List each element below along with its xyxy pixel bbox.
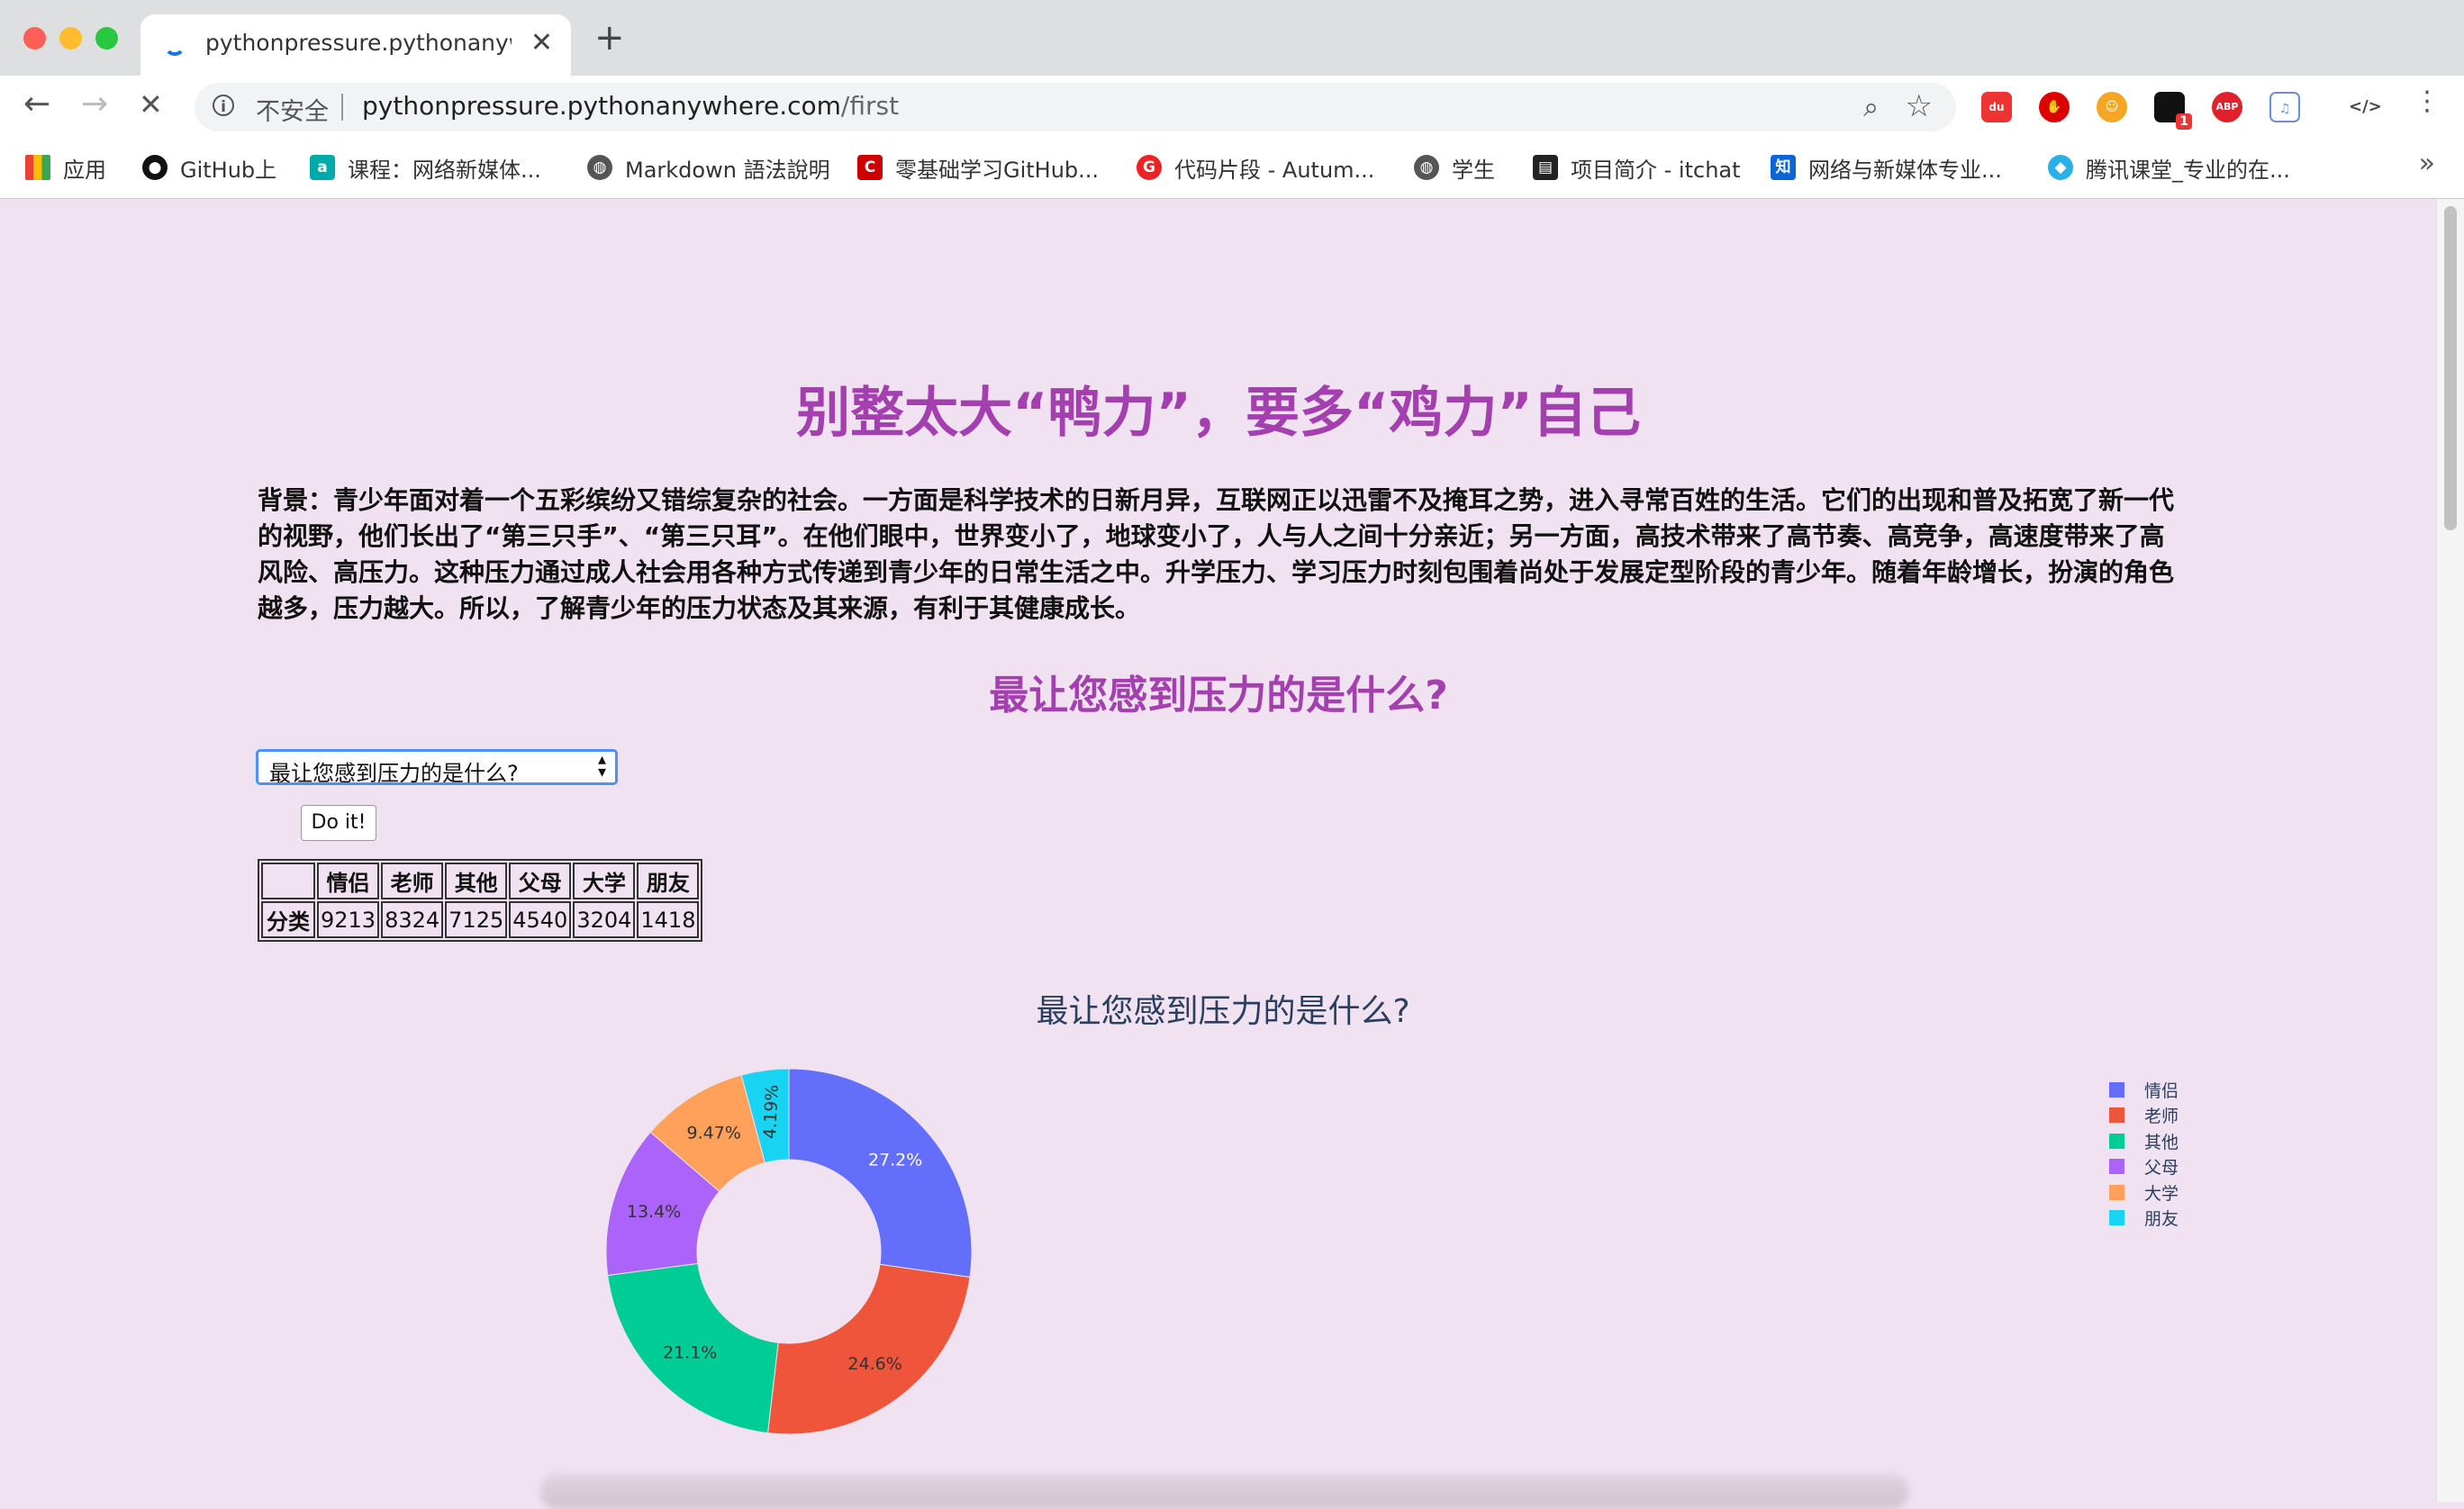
legend-item[interactable]: 老师 xyxy=(2109,1103,2179,1128)
legend-item[interactable]: 大学 xyxy=(2109,1179,2179,1205)
page-scrollbar[interactable] xyxy=(2436,199,2464,1502)
legend-swatch xyxy=(2109,1210,2124,1225)
pie-slice-label: 21.1% xyxy=(663,1342,717,1362)
legend-label: 情侣 xyxy=(2144,1080,2179,1101)
pie-slice-label: 13.4% xyxy=(627,1202,681,1222)
legend-label: 大学 xyxy=(2144,1183,2179,1204)
bottom-panel-shadow xyxy=(540,1473,1909,1509)
donut-chart: 27.2% 24.6% 21.1% 13.4% 9.47% 4.19% xyxy=(605,1068,973,1435)
legend-item[interactable]: 朋友 xyxy=(2109,1206,2179,1231)
pie-slice-label: 9.47% xyxy=(687,1123,741,1143)
legend-item[interactable]: 情侣 xyxy=(2109,1077,2179,1102)
legend-label: 其他 xyxy=(2144,1132,2179,1152)
legend-swatch xyxy=(2109,1159,2124,1174)
legend-swatch xyxy=(2109,1133,2124,1149)
pie-slice[interactable] xyxy=(766,1263,971,1435)
scrollbar-thumb[interactable] xyxy=(2444,206,2457,530)
pie-slice[interactable] xyxy=(788,1068,973,1279)
legend-label: 父母 xyxy=(2144,1158,2179,1178)
legend-swatch xyxy=(2109,1184,2124,1200)
pie-slice-label: 27.2% xyxy=(868,1150,922,1170)
legend-item[interactable]: 父母 xyxy=(2109,1154,2179,1179)
legend-item[interactable]: 其他 xyxy=(2109,1128,2179,1153)
pie-slice-label: 4.19% xyxy=(760,1084,783,1139)
legend-swatch xyxy=(2109,1081,2124,1098)
legend-swatch xyxy=(2109,1107,2124,1123)
legend-label: 朋友 xyxy=(2144,1209,2179,1229)
pie-slice-label: 24.6% xyxy=(847,1354,901,1374)
legend-label: 老师 xyxy=(2144,1107,2179,1126)
